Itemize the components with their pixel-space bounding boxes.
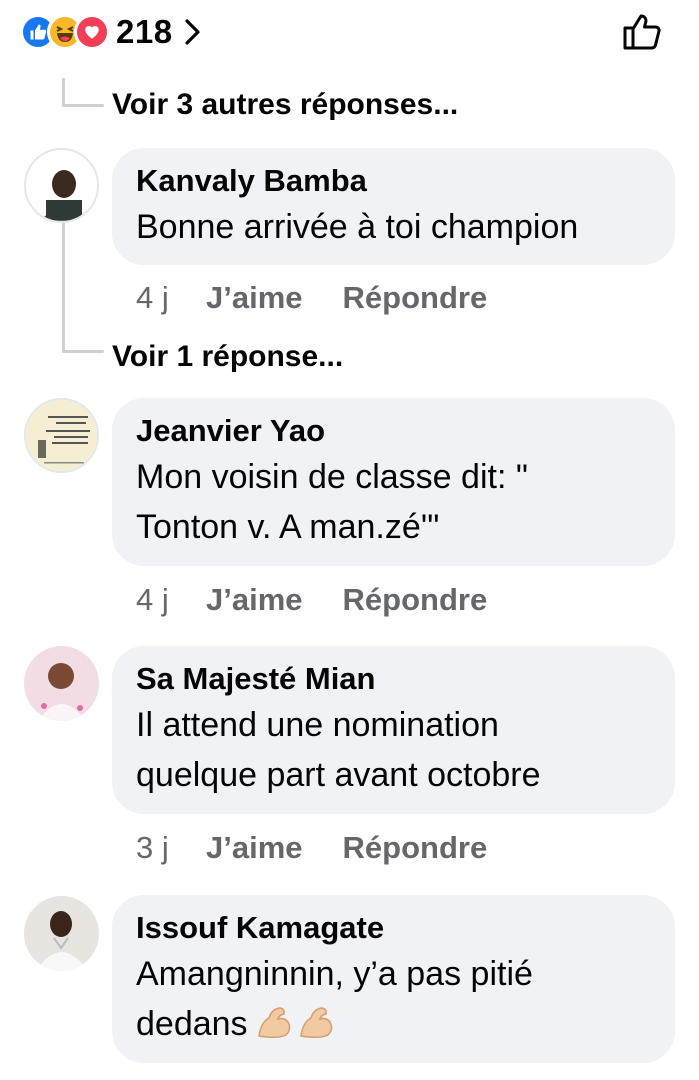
avatar[interactable] bbox=[24, 896, 99, 971]
like-outline-icon[interactable] bbox=[621, 10, 663, 52]
comment-text: quelque part avant octobre bbox=[136, 756, 541, 794]
comment-timestamp[interactable]: 3 j bbox=[136, 830, 206, 866]
avatar[interactable] bbox=[24, 398, 99, 473]
love-icon bbox=[74, 14, 110, 50]
comment-text: Mon voisin de classe dit: " bbox=[136, 458, 528, 496]
reply-button[interactable]: Répondre bbox=[343, 582, 488, 618]
chevron-right-icon bbox=[183, 18, 201, 46]
comment-bubble: Issouf Kamagate Amangninnin, y’a pas pit… bbox=[112, 895, 675, 1063]
reply-button[interactable]: Répondre bbox=[343, 280, 488, 316]
reply-button[interactable]: Répondre bbox=[343, 830, 488, 866]
flexed-biceps-icon bbox=[256, 1003, 342, 1055]
comment-actions: 4 j J’aime Répondre bbox=[136, 582, 527, 618]
comment-text: Il attend une nomination bbox=[136, 706, 499, 744]
thread-line bbox=[62, 222, 65, 352]
view-more-replies-link[interactable]: Voir 3 autres réponses... bbox=[112, 88, 458, 122]
comment-bubble: Kanvaly Bamba Bonne arrivée à toi champi… bbox=[112, 148, 675, 265]
comment-actions: 4 j J’aime Répondre bbox=[136, 280, 527, 316]
comment-text: Amangninnin, y’a pas pitié bbox=[136, 955, 533, 993]
comment-bubble: Jeanvier Yao Mon voisin de classe dit: "… bbox=[112, 398, 675, 566]
view-more-replies-link[interactable]: Voir 1 réponse... bbox=[112, 340, 343, 374]
comment-timestamp[interactable]: 4 j bbox=[136, 280, 206, 316]
reaction-count: 218 bbox=[116, 13, 173, 50]
comment-text: Tonton v. A man.zé'" bbox=[136, 508, 440, 546]
thread-line bbox=[62, 78, 65, 106]
reactions-summary[interactable]: 218 bbox=[20, 12, 201, 52]
like-button[interactable]: J’aime bbox=[206, 830, 303, 866]
thread-line bbox=[62, 104, 104, 107]
comment-author[interactable]: Sa Majesté Mian bbox=[136, 660, 651, 698]
comment-text: Bonne arrivée à toi champion bbox=[136, 208, 579, 246]
comment-text: dedans bbox=[136, 1005, 248, 1043]
comment-bubble: Sa Majesté Mian Il attend une nomination… bbox=[112, 646, 675, 814]
avatar[interactable] bbox=[24, 148, 99, 223]
like-button[interactable]: J’aime bbox=[206, 280, 303, 316]
comment-author[interactable]: Issouf Kamagate bbox=[136, 909, 651, 947]
comment-author[interactable]: Kanvaly Bamba bbox=[136, 162, 651, 200]
avatar[interactable] bbox=[24, 646, 99, 721]
thread-line bbox=[62, 350, 104, 353]
like-button[interactable]: J’aime bbox=[206, 582, 303, 618]
comment-timestamp[interactable]: 4 j bbox=[136, 582, 206, 618]
comment-actions: 3 j J’aime Répondre bbox=[136, 830, 527, 866]
comment-author[interactable]: Jeanvier Yao bbox=[136, 412, 651, 450]
